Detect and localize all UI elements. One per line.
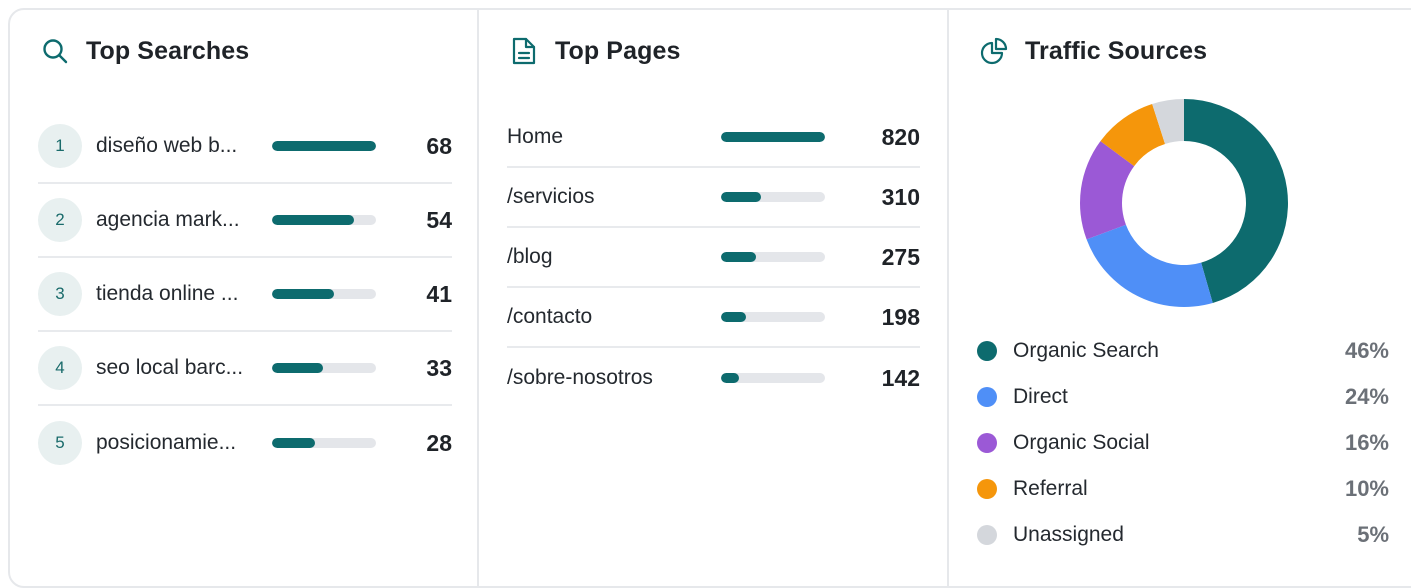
page-path: Home <box>507 125 564 148</box>
list-item[interactable]: /sobre-nosotros 142 <box>507 348 920 408</box>
progress-bar <box>272 363 376 373</box>
progress-bar <box>721 132 825 142</box>
page-count: 820 <box>881 123 920 150</box>
legend-percent: 24% <box>1344 384 1389 409</box>
legend-dot <box>977 387 997 407</box>
panel-title: Top Searches <box>86 36 250 65</box>
search-icon <box>40 36 70 66</box>
rank-badge: 1 <box>38 124 82 168</box>
page-path: /servicios <box>507 185 595 208</box>
page-count: 198 <box>881 303 920 330</box>
progress-bar-fill <box>721 132 825 142</box>
search-count: 41 <box>426 280 452 307</box>
legend-item[interactable]: Organic Social 16% <box>977 420 1389 466</box>
legend-item[interactable]: Organic Search 46% <box>977 328 1389 374</box>
rank-badge: 2 <box>38 198 82 242</box>
list-item[interactable]: /contacto 198 <box>507 288 920 348</box>
progress-bar-fill <box>272 215 355 225</box>
traffic-sources-panel: Traffic Sources Organic Search 46% Direc… <box>949 10 1411 586</box>
progress-bar-fill <box>272 289 335 299</box>
search-term: posicionamie... <box>96 431 237 454</box>
pie-chart-icon <box>979 36 1009 66</box>
legend-dot <box>977 433 997 453</box>
page-list: Home 820 /servicios 310 /blog 275 /conta… <box>507 108 920 408</box>
legend-percent: 10% <box>1344 476 1389 501</box>
page-path: /blog <box>507 245 553 268</box>
list-item[interactable]: /servicios 310 <box>507 168 920 228</box>
progress-bar <box>272 438 376 448</box>
progress-bar-fill <box>272 141 376 151</box>
progress-bar <box>721 252 825 262</box>
search-count: 68 <box>426 132 452 159</box>
top-pages-header: Top Pages <box>509 36 680 66</box>
traffic-sources-header: Traffic Sources <box>979 36 1207 66</box>
rank-badge: 5 <box>38 421 82 465</box>
progress-bar-fill <box>721 373 739 383</box>
top-searches-panel: Top Searches 1 diseño web b... 68 2 agen… <box>10 10 479 586</box>
legend-dot <box>977 341 997 361</box>
page-count: 310 <box>881 183 920 210</box>
list-item[interactable]: 1 diseño web b... 68 <box>38 110 452 184</box>
chart-legend: Organic Search 46% Direct 24% Organic So… <box>977 328 1389 558</box>
search-list: 1 diseño web b... 68 2 agencia mark... 5… <box>38 110 452 480</box>
legend-percent: 46% <box>1344 338 1389 363</box>
top-searches-header: Top Searches <box>40 36 249 66</box>
page-count: 142 <box>881 364 920 391</box>
search-count: 33 <box>426 354 452 381</box>
legend-item[interactable]: Referral 10% <box>977 466 1389 512</box>
legend-dot <box>977 479 997 499</box>
traffic-donut-chart <box>1080 99 1288 307</box>
legend-label: Referral <box>1013 477 1088 500</box>
analytics-dashboard: Top Searches 1 diseño web b... 68 2 agen… <box>8 8 1411 588</box>
legend-label: Direct <box>1013 385 1068 408</box>
legend-item[interactable]: Unassigned 5% <box>977 512 1389 558</box>
progress-bar <box>721 312 825 322</box>
legend-dot <box>977 525 997 545</box>
search-term: tienda online ... <box>96 282 239 305</box>
panel-title: Traffic Sources <box>1025 36 1208 65</box>
document-icon <box>509 36 539 66</box>
legend-label: Unassigned <box>1013 523 1124 546</box>
legend-percent: 5% <box>1357 522 1389 547</box>
progress-bar-fill <box>272 438 315 448</box>
page-path: /contacto <box>507 305 593 328</box>
list-item[interactable]: /blog 275 <box>507 228 920 288</box>
search-term: seo local barc... <box>96 356 244 379</box>
legend-label: Organic Search <box>1013 339 1159 362</box>
progress-bar-fill <box>721 252 757 262</box>
search-term: diseño web b... <box>96 134 238 157</box>
search-count: 28 <box>426 429 452 456</box>
list-item[interactable]: Home 820 <box>507 108 920 168</box>
progress-bar <box>272 141 376 151</box>
progress-bar-fill <box>721 312 746 322</box>
page-count: 275 <box>881 243 920 270</box>
rank-badge: 3 <box>38 272 82 316</box>
rank-badge: 4 <box>38 346 82 390</box>
search-count: 54 <box>426 206 452 233</box>
progress-bar-fill <box>721 192 761 202</box>
legend-percent: 16% <box>1344 430 1389 455</box>
list-item[interactable]: 3 tienda online ... 41 <box>38 258 452 332</box>
legend-item[interactable]: Direct 24% <box>977 374 1389 420</box>
top-pages-panel: Top Pages Home 820 /servicios 310 /blog … <box>479 10 949 586</box>
progress-bar <box>272 289 376 299</box>
progress-bar <box>721 373 825 383</box>
panel-title: Top Pages <box>555 36 681 65</box>
progress-bar <box>272 215 376 225</box>
list-item[interactable]: 5 posicionamie... 28 <box>38 406 452 480</box>
list-item[interactable]: 4 seo local barc... 33 <box>38 332 452 406</box>
donut-slice-direct[interactable] <box>1086 224 1213 307</box>
list-item[interactable]: 2 agencia mark... 54 <box>38 184 452 258</box>
search-term: agencia mark... <box>96 208 240 231</box>
legend-label: Organic Social <box>1013 431 1150 454</box>
progress-bar-fill <box>272 363 323 373</box>
page-path: /sobre-nosotros <box>507 366 653 389</box>
progress-bar <box>721 192 825 202</box>
